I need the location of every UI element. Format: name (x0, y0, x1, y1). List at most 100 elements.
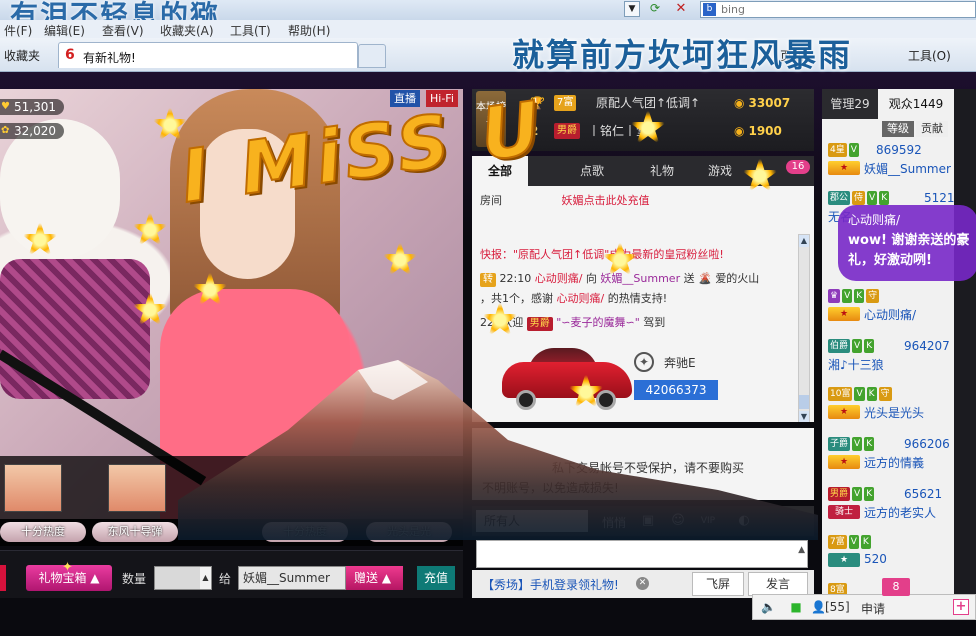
search-input[interactable] (721, 2, 921, 17)
message-input[interactable]: ▲ (476, 540, 808, 568)
refresh-icon[interactable]: ⟳ (646, 1, 664, 17)
chat-scrollbar[interactable]: ▲ ▼ (798, 234, 810, 422)
gift-to: 向 (585, 272, 597, 285)
thumb-label-4[interactable]: 光头是光 (366, 522, 452, 542)
user-nick: 远方的老实人 (864, 506, 937, 520)
emoji-icon[interactable]: ☺ (668, 512, 688, 530)
site-logo-icon: 6 (65, 47, 75, 63)
gift-sender[interactable]: 心动则痛/ (535, 272, 583, 285)
scroll-up-icon[interactable]: ▲ (799, 235, 809, 247)
vip-icon[interactable]: VIP (698, 512, 718, 530)
menu-tools[interactable]: 工具(T) (230, 22, 271, 39)
whisper-toggle[interactable]: 悄悄 (602, 514, 626, 531)
menu-file[interactable]: 件(F) (4, 22, 32, 39)
audience-row[interactable]: 4皇 V 869592 ★ 妖媚__Summer (828, 143, 954, 177)
gift-thanks-name[interactable]: 心动则痛/ (557, 292, 605, 305)
target-select[interactable]: 所有人 (476, 510, 588, 532)
chat-pane[interactable]: 房间 妖媚点击此处充值 快报："原配人气团↑低调"成为最新的皇冠粉丝啦! 转 2… (472, 186, 814, 422)
level-tag-icon: ★ (828, 161, 860, 175)
expand-icon[interactable]: ▲ (798, 545, 805, 555)
vip-badge-icon: V (848, 535, 859, 549)
speaker-icon[interactable]: 🔈 (761, 600, 776, 614)
thumb-label-2[interactable]: 东风十导弹 (92, 522, 178, 542)
room-label: 房间 (480, 194, 502, 207)
tab-song[interactable]: 点歌 (564, 156, 620, 186)
badge-level: 男爵 (828, 487, 851, 501)
audience-row[interactable]: 子爵 V K 966206 ★ 远方的情義 (828, 437, 954, 471)
fly-screen-button[interactable]: 飞屏 (692, 572, 744, 596)
car-image (502, 346, 632, 410)
favorites-label[interactable]: 收藏夹 (4, 47, 40, 64)
heart-icon: ♥ (1, 101, 10, 112)
search-box[interactable]: b (700, 1, 976, 18)
chat-line-gift: 转 22:10 心动则痛/ 向 妖媚__Summer 送 🌋 爱的火山 (480, 270, 759, 288)
gift-send: 送 (683, 272, 695, 285)
scroll-down-icon[interactable]: ▼ (799, 411, 809, 422)
tab-admins[interactable]: 管理29 (822, 89, 878, 119)
audience-row[interactable]: 男爵 V K 65621 骑士 远方的老实人 (828, 487, 954, 521)
tab-active[interactable]: 6 有新礼物! (58, 42, 358, 68)
rank-score-1: ◉ 33007 (734, 91, 790, 115)
row-badges: 4皇 V (828, 143, 861, 159)
gift-receiver[interactable]: 妖媚__Summer (600, 272, 680, 285)
menu-view[interactable]: 查看(V) (102, 22, 144, 39)
send-gift-button[interactable]: 赠送 ▲ (346, 566, 403, 590)
audience-row[interactable]: 伯爵 V K 964207 湘♪十三狼 (828, 339, 954, 373)
scroll-thumb[interactable] (799, 395, 809, 409)
address-dropdown-button[interactable]: ▼ (624, 1, 640, 17)
color-icon[interactable]: ◐ (734, 512, 754, 530)
gift-box-button[interactable]: ✦ 礼物宝箱 ▲ (26, 560, 112, 591)
new-tab-button[interactable] (358, 44, 386, 68)
thumbnail-1[interactable] (4, 464, 62, 512)
audience-row[interactable]: 10富 V K 守 ★ 光头是光头 (828, 387, 954, 421)
ranking-row-1[interactable]: 🏆 7富 原配人气团↑低调↑ ◉ 33007 (512, 91, 812, 115)
row-badges: ♛ V K 守 (828, 289, 881, 305)
quantity-label: 数量 (122, 572, 147, 586)
k-badge-icon: K (864, 437, 875, 451)
vip-badge-icon: V (852, 437, 863, 451)
tab-count-badge: 16 (786, 160, 810, 174)
menu-favorites[interactable]: 收藏夹(A) (160, 22, 214, 39)
welcome-name[interactable]: "∽麦子的魔舞∽" (556, 316, 640, 329)
user-id: 966206 (904, 437, 950, 451)
recipient-select[interactable]: 妖媚__Summer (238, 566, 346, 590)
tab-label: 有新礼物! (83, 51, 136, 65)
tab-gift[interactable]: 礼物 (634, 156, 690, 186)
user-count: [55] (825, 600, 850, 614)
apply-button[interactable]: 申请 (861, 600, 885, 617)
quantity-arrow-icon[interactable]: ▲ (200, 567, 211, 589)
thumbnail-2[interactable] (108, 464, 166, 512)
slogan-overlay: 就算前方坎坷狂风暴雨 (512, 36, 853, 74)
viewers-a: 51,301 (14, 100, 56, 114)
user-nick: 远方的情義 (864, 456, 925, 470)
thumb-label-3[interactable]: 十分热度 (262, 522, 348, 542)
tools-menu[interactable]: 工具(O) (908, 47, 951, 64)
image-icon[interactable]: ▣ (638, 512, 658, 530)
sort-level-button[interactable]: 等级 (882, 121, 914, 137)
audience-row[interactable]: ♛ V K 守 ★ 心动则痛/ (828, 289, 954, 323)
audience-row[interactable]: 7富 V K ★ 520 (828, 535, 954, 569)
badge-level: ♛ (828, 289, 841, 303)
recharge-button[interactable]: 充值 (417, 566, 455, 590)
recharge-hint-link[interactable]: 妖媚点击此处充值 (562, 194, 650, 207)
send-label: 赠送 (354, 571, 379, 585)
menu-edit[interactable]: 编辑(E) (44, 22, 85, 39)
promo-link[interactable]: 【秀场】手机登录领礼物! (482, 576, 619, 593)
bubble-author: 心动则痛/ (848, 213, 901, 227)
thumb-label-1[interactable]: 十分热度 (0, 522, 86, 542)
tab-audience[interactable]: 观众1449 (878, 89, 954, 119)
plus-icon[interactable]: + (953, 599, 969, 615)
send-message-button[interactable]: 发言 (748, 572, 808, 596)
vip-badge-icon: V (867, 191, 878, 205)
close-icon[interactable]: ✕ (636, 577, 649, 590)
sort-contrib-button[interactable]: 贡献 (916, 121, 948, 137)
stop-icon[interactable]: ✕ (672, 1, 690, 17)
tab-game[interactable]: 游戏 (692, 156, 748, 186)
menu-help[interactable]: 帮助(H) (288, 22, 330, 39)
coin-icon: ◉ (734, 124, 745, 138)
quantity-input[interactable]: ▲ (154, 566, 212, 590)
left-edge-marker (0, 565, 6, 591)
guard-badge-icon: 守 (878, 387, 892, 401)
rank-score-value-1: 33007 (748, 96, 791, 110)
audience-scrollbar[interactable] (954, 89, 976, 599)
